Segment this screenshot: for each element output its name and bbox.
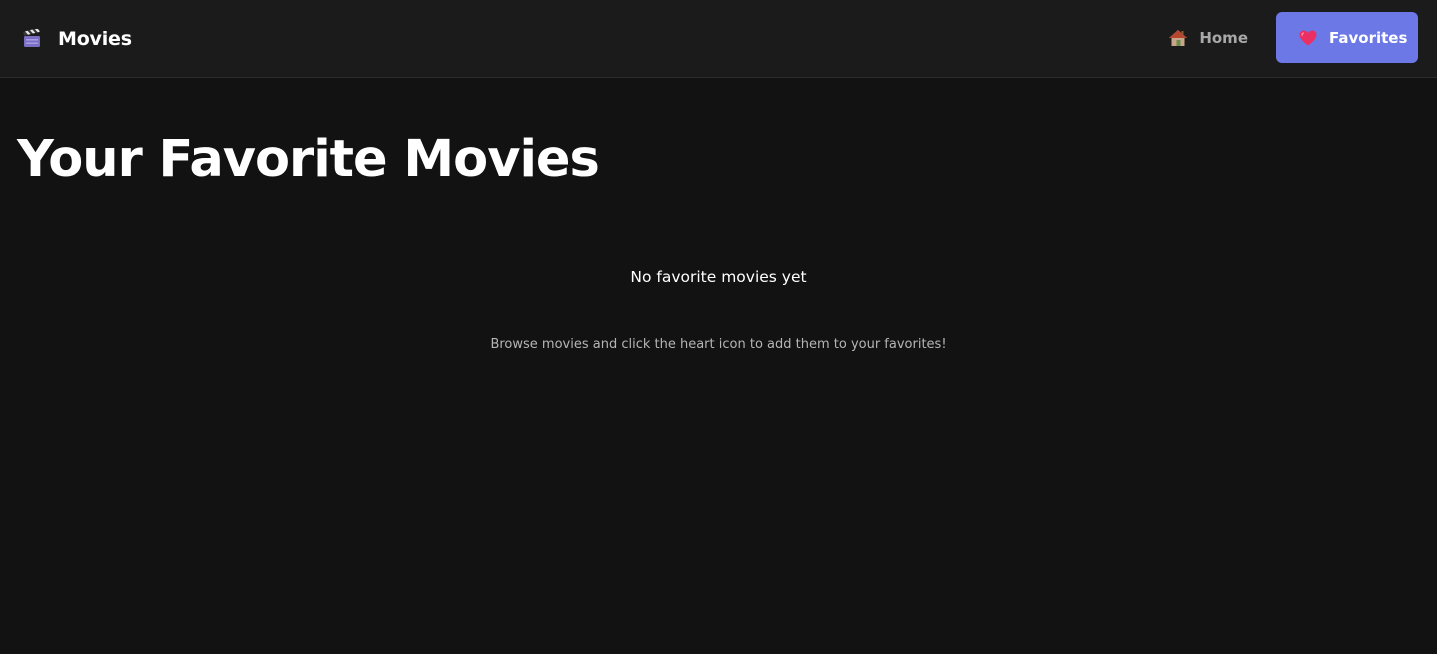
brand-link[interactable]: Movies	[22, 26, 132, 52]
empty-state-title: No favorite movies yet	[630, 268, 807, 286]
nav-favorites-link[interactable]: Favorites	[1276, 12, 1418, 63]
nav-home-link[interactable]: Home	[1152, 12, 1260, 63]
brand-label: Movies	[58, 28, 132, 50]
nav-favorites-label: Favorites	[1329, 28, 1408, 47]
clapperboard-icon	[22, 27, 42, 49]
heart-icon	[1298, 28, 1318, 48]
nav-home-label: Home	[1199, 28, 1248, 47]
house-icon	[1168, 28, 1188, 48]
nav-links: Home Favorites	[1152, 12, 1418, 63]
navbar: Movies Home Favorites	[0, 0, 1437, 78]
page-title: Your Favorite Movies	[17, 130, 600, 189]
empty-state: No favorite movies yet Browse movies and…	[0, 268, 1437, 352]
empty-state-hint: Browse movies and click the heart icon t…	[490, 337, 947, 352]
